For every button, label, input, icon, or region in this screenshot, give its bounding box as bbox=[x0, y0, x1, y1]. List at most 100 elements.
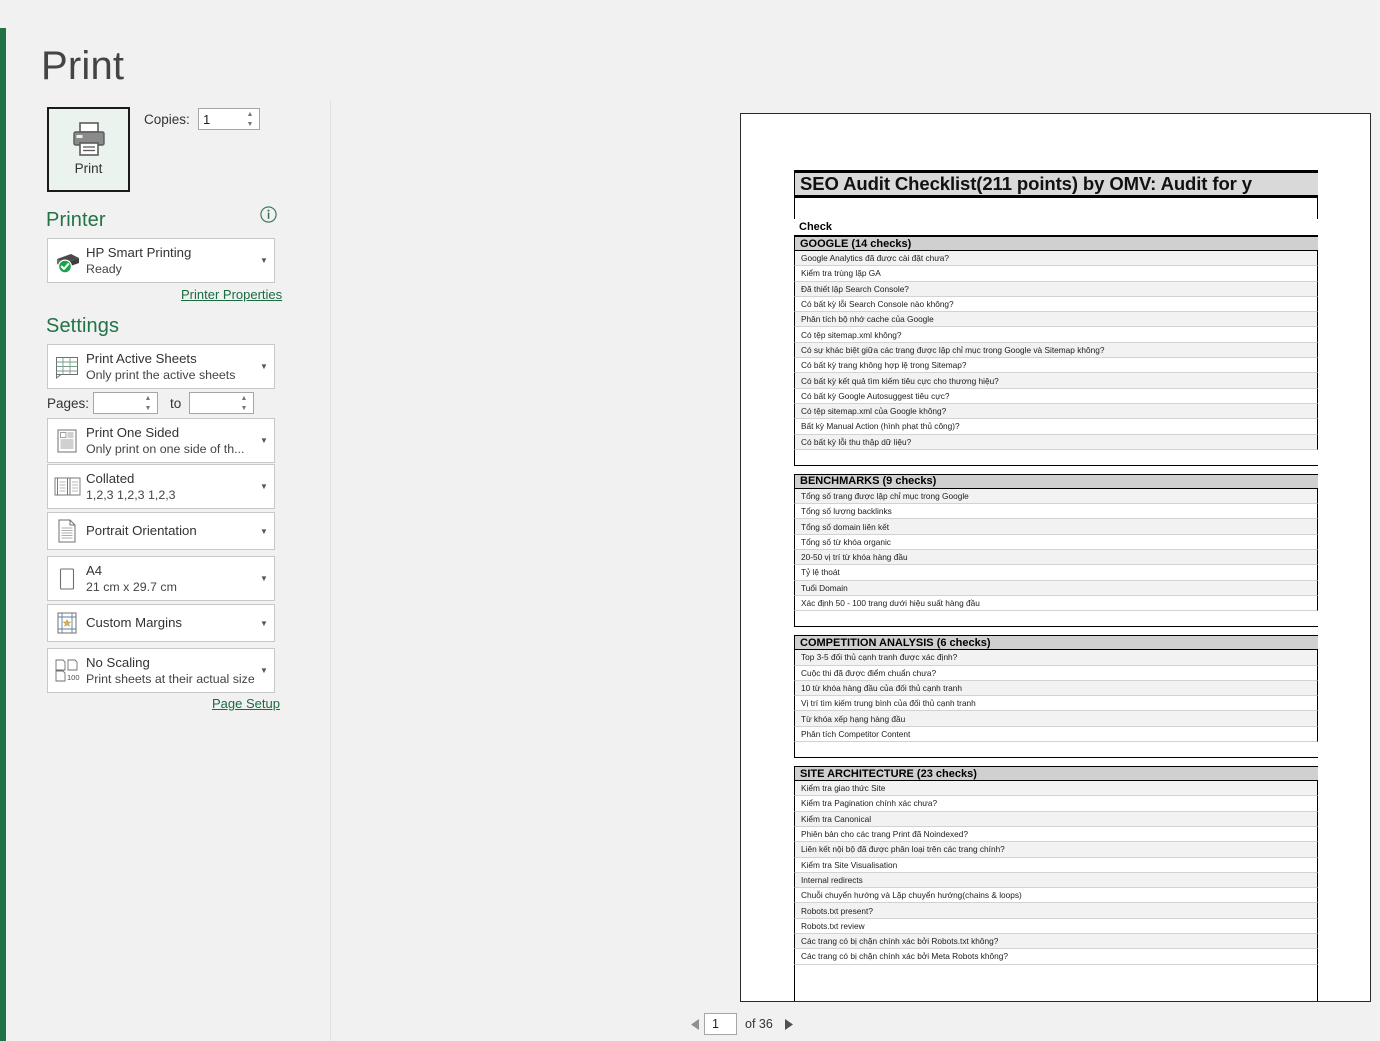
svg-text:100: 100 bbox=[67, 673, 80, 682]
printer-section-heading: Printer bbox=[46, 209, 106, 232]
checklist-row: Phiên bản cho các trang Print đã Noindex… bbox=[794, 827, 1318, 842]
chevron-down-icon[interactable]: ▼ bbox=[254, 619, 274, 628]
checklist-group-header: COMPETITION ANALYSIS (6 checks) bbox=[794, 635, 1318, 650]
checklist-row: Cuộc thi đã được điểm chuẩn chưa? bbox=[794, 666, 1318, 681]
preview-page: SEO Audit Checklist(211 points) by OMV: … bbox=[740, 113, 1371, 1002]
margins-title: Custom Margins bbox=[86, 615, 250, 631]
backstage-accent-strip bbox=[0, 0, 6, 1041]
page-setup-link[interactable]: Page Setup bbox=[212, 696, 280, 711]
checklist-row: Xác định 50 - 100 trang dưới hiệu suất h… bbox=[794, 596, 1318, 611]
margins-icon bbox=[48, 605, 86, 641]
checklist-row: Top 3-5 đối thủ cạnh tranh được xác định… bbox=[794, 650, 1318, 665]
checklist-row: Tổng số lượng backlinks bbox=[794, 504, 1318, 519]
chevron-down-icon[interactable]: ▼ bbox=[254, 527, 274, 536]
checklist-row: Tỷ lệ thoát bbox=[794, 565, 1318, 580]
orientation-select[interactable]: Portrait Orientation ▼ bbox=[47, 512, 275, 550]
chevron-down-icon[interactable]: ▼ bbox=[254, 436, 274, 445]
one-sided-icon bbox=[48, 419, 86, 462]
checklist-section-spacer bbox=[794, 611, 1318, 627]
checklist-group-header: BENCHMARKS (9 checks) bbox=[794, 474, 1318, 489]
collation-title: Collated bbox=[86, 471, 250, 487]
checklist-row: Phân tích Competitor Content bbox=[794, 727, 1318, 742]
chevron-down-icon: ▼ bbox=[247, 121, 254, 128]
scaling-title: No Scaling bbox=[86, 655, 250, 671]
pages-to-input[interactable] bbox=[190, 393, 235, 413]
pages-to-stepper[interactable]: ▲ ▼ bbox=[189, 392, 254, 414]
printer-status: Ready bbox=[86, 261, 250, 277]
orientation-title: Portrait Orientation bbox=[86, 523, 250, 539]
checklist-row: 20-50 vị trí từ khóa hàng đầu bbox=[794, 550, 1318, 565]
checklist-row: Phân tích bộ nhớ cache của Google bbox=[794, 312, 1318, 327]
pages-to-label: to bbox=[170, 396, 181, 411]
checklist-row: Tổng số trang được lập chỉ mục trong Goo… bbox=[794, 489, 1318, 504]
copies-input[interactable] bbox=[199, 109, 241, 129]
copies-stepper[interactable]: ▲ ▼ bbox=[198, 108, 260, 130]
checklist-group-header: SITE ARCHITECTURE (23 checks) bbox=[794, 766, 1318, 781]
checklist-row: Từ khóa xếp hạng hàng đầu bbox=[794, 711, 1318, 726]
paper-size-title: A4 bbox=[86, 563, 250, 579]
checklist-row: Có bất kỳ kết quả tìm kiếm tiêu cực cho … bbox=[794, 373, 1318, 388]
chevron-down-icon[interactable]: ▼ bbox=[254, 362, 274, 371]
page-number-input[interactable] bbox=[710, 1016, 736, 1032]
scaling-select[interactable]: 100 No Scaling Print sheets at their act… bbox=[47, 648, 275, 693]
page-number-field[interactable] bbox=[704, 1013, 737, 1035]
print-button[interactable]: Print bbox=[47, 107, 130, 192]
chevron-down-icon[interactable]: ▼ bbox=[254, 574, 274, 583]
scaling-subtitle: Print sheets at their actual size bbox=[86, 671, 250, 687]
collation-select[interactable]: Collated 1,2,3 1,2,3 1,2,3 ▼ bbox=[47, 464, 275, 509]
printer-properties-link[interactable]: Printer Properties bbox=[181, 287, 282, 302]
previous-page-button[interactable] bbox=[686, 1013, 704, 1035]
chevron-down-icon[interactable]: ▼ bbox=[254, 666, 274, 675]
margins-select[interactable]: Custom Margins ▼ bbox=[47, 604, 275, 642]
pages-from-input[interactable] bbox=[94, 393, 139, 413]
chevron-down-icon: ▼ bbox=[145, 405, 152, 412]
checklist-row: Kiểm tra Site Visualisation bbox=[794, 858, 1318, 873]
checklist-row: Có tệp sitemap.xml của Google không? bbox=[794, 404, 1318, 419]
printer-icon bbox=[70, 121, 108, 157]
printer-ready-icon bbox=[48, 239, 86, 282]
chevron-up-icon: ▲ bbox=[145, 395, 152, 402]
checklist-row: Có bất kỳ lỗi Search Console nào không? bbox=[794, 297, 1318, 312]
pages-from-spinner-arrows[interactable]: ▲ ▼ bbox=[142, 394, 154, 413]
checklist-row: Vị trí tìm kiếm trung bình của đối thủ c… bbox=[794, 696, 1318, 711]
printer-name: HP Smart Printing bbox=[86, 245, 250, 261]
pages-label: Pages: bbox=[47, 396, 89, 411]
duplex-select[interactable]: Print One Sided Only print on one side o… bbox=[47, 418, 275, 463]
print-what-select[interactable]: Print Active Sheets Only print the activ… bbox=[47, 344, 275, 389]
chevron-down-icon: ▼ bbox=[241, 405, 248, 412]
scaling-icon: 100 bbox=[48, 649, 86, 692]
printer-select[interactable]: HP Smart Printing Ready ▼ bbox=[47, 238, 275, 283]
checklist-row: 10 từ khóa hàng đầu của đối thủ cạnh tra… bbox=[794, 681, 1318, 696]
copies-spinner-arrows[interactable]: ▲ ▼ bbox=[244, 110, 256, 129]
chevron-down-icon[interactable]: ▼ bbox=[254, 482, 274, 491]
checklist-row: Tổng số domain liên kết bbox=[794, 519, 1318, 534]
document-title: SEO Audit Checklist(211 points) by OMV: … bbox=[794, 170, 1318, 198]
chevron-down-icon[interactable]: ▼ bbox=[254, 256, 274, 265]
chevron-up-icon: ▲ bbox=[241, 395, 248, 402]
next-page-button[interactable] bbox=[780, 1013, 798, 1035]
checklist-row: Kiểm tra trùng lặp GA bbox=[794, 266, 1318, 281]
checklist-row: Có sự khác biệt giữa các trang được lập … bbox=[794, 343, 1318, 358]
checklist-row: Liên kết nội bộ đã được phân loại trên c… bbox=[794, 842, 1318, 857]
checklist-row: Các trang có bị chặn chính xác bởi Meta … bbox=[794, 949, 1318, 964]
sheets-icon bbox=[48, 345, 86, 388]
pages-to-spinner-arrows[interactable]: ▲ ▼ bbox=[238, 394, 250, 413]
print-preview-pane: SEO Audit Checklist(211 points) by OMV: … bbox=[331, 0, 1380, 1041]
copies-label: Copies: bbox=[144, 112, 190, 127]
page-navigation: of 36 bbox=[686, 1012, 798, 1036]
checklist-section-spacer bbox=[794, 742, 1318, 758]
checklist-row: Robots.txt present? bbox=[794, 903, 1318, 918]
checklist-row: Tổng số từ khóa organic bbox=[794, 535, 1318, 550]
pages-from-stepper[interactable]: ▲ ▼ bbox=[93, 392, 158, 414]
checklist-section-gap bbox=[794, 758, 1318, 766]
paper-size-select[interactable]: A4 21 cm x 29.7 cm ▼ bbox=[47, 556, 275, 601]
info-icon[interactable] bbox=[260, 206, 277, 223]
checklist-group-header: GOOGLE (14 checks) bbox=[794, 236, 1318, 251]
collation-subtitle: 1,2,3 1,2,3 1,2,3 bbox=[86, 487, 250, 503]
table-column-header: Check bbox=[794, 219, 1318, 236]
page-count-label: of 36 bbox=[745, 1017, 773, 1031]
print-what-subtitle: Only print the active sheets bbox=[86, 367, 250, 383]
checklist-row: Có bất kỳ Google Autosuggest tiêu cực? bbox=[794, 389, 1318, 404]
checklist-row: Kiểm tra Pagination chính xác chưa? bbox=[794, 796, 1318, 811]
triangle-right-icon bbox=[784, 1019, 793, 1030]
